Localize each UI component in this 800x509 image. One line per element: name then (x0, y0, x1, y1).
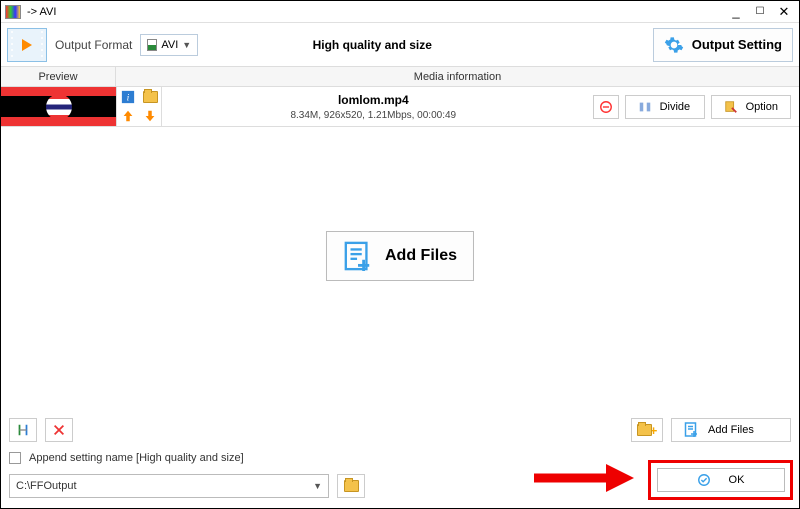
browse-folder-button[interactable] (337, 474, 365, 498)
file-info: lomlom.mp4 8.34M, 926x520, 1.21Mbps, 00:… (162, 87, 585, 126)
maximize-button[interactable]: ☐ (749, 3, 771, 21)
move-up-icon[interactable] (117, 107, 139, 127)
output-path-value: C:\FFOutput (16, 480, 77, 492)
file-meta: 8.34M, 926x520, 1.21Mbps, 00:00:49 (290, 110, 456, 121)
window-controls: _ ☐ ✕ (725, 3, 795, 21)
check-circle-icon (697, 473, 711, 487)
ok-button[interactable]: OK (657, 468, 785, 492)
open-folder-icon[interactable] (139, 87, 161, 107)
add-files-bottom-label: Add Files (708, 424, 754, 436)
film-icon[interactable] (7, 28, 47, 62)
file-actions: Divide Option (585, 87, 799, 126)
titlebar: -> AVI _ ☐ ✕ (1, 1, 799, 23)
remove-button[interactable] (593, 95, 619, 119)
append-setting-checkbox[interactable] (9, 452, 21, 464)
divide-button[interactable]: Divide (625, 95, 705, 119)
row-tools: i (116, 87, 162, 126)
header-media: Media information (116, 67, 799, 86)
file-name: lomlom.mp4 (338, 93, 409, 107)
chevron-down-icon: ▼ (313, 481, 322, 491)
close-button[interactable]: ✕ (773, 3, 795, 21)
add-folder-button[interactable]: + (631, 418, 663, 442)
header-preview: Preview (1, 67, 116, 86)
output-format-label: Output Format (55, 38, 132, 52)
thumbnail-image (46, 94, 72, 120)
add-files-small-icon (684, 422, 700, 438)
window-title: -> AVI (27, 6, 56, 18)
add-files-bottom-button[interactable]: Add Files (671, 418, 791, 442)
option-label: Option (746, 101, 778, 113)
profile-text: High quality and size (313, 38, 432, 52)
append-setting-label: Append setting name [High quality and si… (29, 452, 244, 464)
output-setting-label: Output Setting (692, 37, 782, 52)
minimize-button[interactable]: _ (725, 3, 747, 21)
arrow-annotation (534, 464, 634, 492)
delete-all-button[interactable] (45, 418, 73, 442)
add-files-center-button[interactable]: Add Files (326, 231, 474, 281)
option-icon (724, 100, 738, 114)
ok-label: OK (729, 474, 745, 486)
option-button[interactable]: Option (711, 95, 791, 119)
info-icon[interactable]: i (117, 87, 139, 107)
gear-icon (664, 35, 684, 55)
output-format-value: AVI (161, 39, 178, 51)
app-icon (5, 5, 21, 19)
output-setting-button[interactable]: Output Setting (653, 28, 793, 62)
file-row[interactable]: i lomlom.mp4 8.34M, 926x520, 1.21Mbps, 0… (1, 87, 799, 127)
svg-text:i: i (127, 92, 130, 103)
avi-file-icon (147, 39, 157, 51)
divide-icon (638, 100, 652, 114)
add-files-center-label: Add Files (385, 247, 457, 265)
output-format-select[interactable]: AVI ▼ (140, 34, 198, 56)
chevron-down-icon: ▼ (182, 40, 191, 50)
toolbar: Output Format AVI ▼ High quality and siz… (1, 23, 799, 67)
merge-button[interactable] (9, 418, 37, 442)
ok-highlight-box: OK (648, 460, 793, 500)
preview-thumbnail[interactable] (1, 87, 116, 126)
column-headers: Preview Media information (1, 67, 799, 87)
add-files-icon (343, 240, 373, 272)
divide-label: Divide (660, 101, 691, 113)
output-path-select[interactable]: C:\FFOutput ▼ (9, 474, 329, 498)
move-down-icon[interactable] (139, 107, 161, 127)
